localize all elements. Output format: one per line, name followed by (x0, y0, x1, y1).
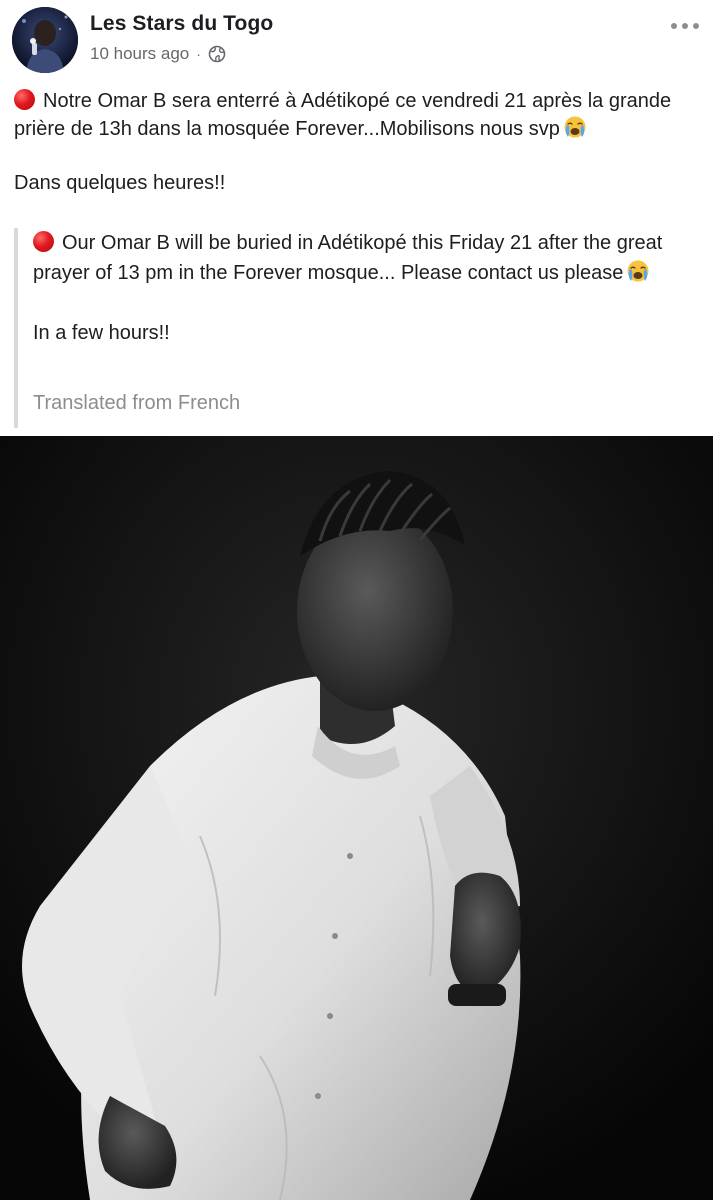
translation-paragraph-1: Our Omar B will be buried in Adétikopé t… (33, 228, 693, 288)
crying-face-emoji (564, 116, 586, 138)
globe-icon[interactable] (208, 45, 226, 63)
translation-text: Our Omar B will be buried in Adétikopé t… (33, 228, 693, 348)
profile-avatar[interactable] (12, 7, 78, 73)
avatar-image (12, 7, 78, 73)
meta-separator: · (196, 46, 201, 62)
post-time[interactable]: 10 hours ago (90, 44, 189, 64)
post-meta: 10 hours ago · (90, 43, 226, 65)
red-circle-emoji (33, 231, 54, 252)
translated-from-label[interactable]: Translated from French (33, 392, 240, 415)
crying-face-emoji (627, 260, 649, 282)
translation-text-line1: Our Omar B will be buried in Adétikopé t… (33, 232, 663, 284)
more-options-icon[interactable] (671, 16, 699, 36)
post-text: Notre Omar B sera enterré à Adétikopé ce… (14, 88, 700, 197)
post-photo[interactable] (0, 436, 713, 1200)
photo-image (0, 436, 713, 1200)
post-paragraph-1: Notre Omar B sera enterré à Adétikopé ce… (14, 88, 700, 143)
red-circle-emoji (14, 89, 35, 110)
author-name[interactable]: Les Stars du Togo (90, 12, 273, 36)
translation-paragraph-2: In a few hours!! (33, 322, 170, 344)
translation-block: Our Omar B will be buried in Adétikopé t… (14, 228, 704, 428)
post-paragraph-2: Dans quelques heures!! (14, 172, 226, 194)
post-header: Les Stars du Togo 10 hours ago · (0, 0, 713, 80)
